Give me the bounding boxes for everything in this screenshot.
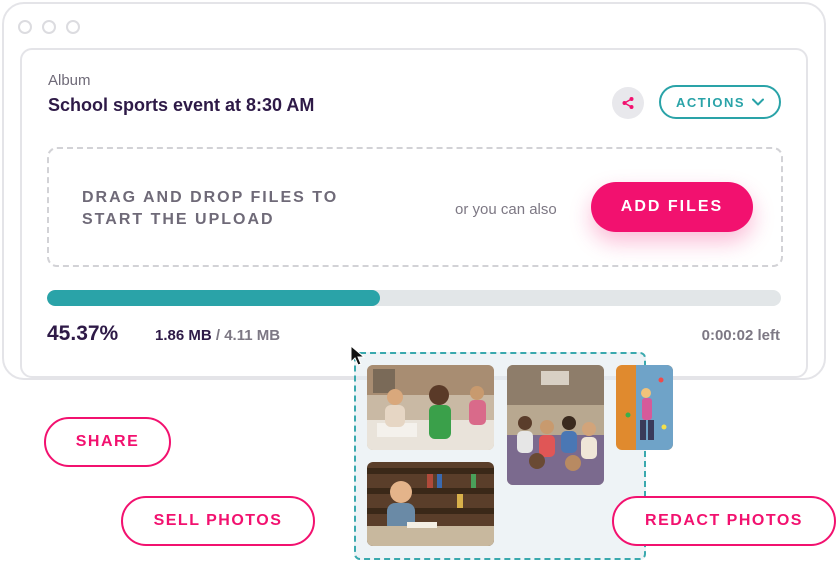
share-icon-button[interactable] <box>612 87 644 119</box>
upload-progress-bar <box>47 290 781 306</box>
album-label: Album <box>48 72 91 89</box>
sell-photos-button[interactable]: SELL PHOTOS <box>121 496 315 546</box>
add-files-button[interactable]: ADD FILES <box>591 182 753 232</box>
chevron-down-icon <box>752 98 764 106</box>
mouse-cursor-icon <box>350 345 366 366</box>
upload-card: Album School sports event at 8:30 AM ACT… <box>20 48 808 378</box>
size-separator: / <box>211 327 225 344</box>
actions-dropdown-button[interactable]: ACTIONS <box>659 85 781 119</box>
window-control-dot <box>18 20 32 34</box>
uploaded-size: 1.86 MB <box>155 327 212 344</box>
window-control-dot <box>66 20 80 34</box>
file-dropzone[interactable]: DRAG AND DROP FILES TO START THE UPLOAD … <box>47 147 783 267</box>
photo-thumbnail[interactable] <box>616 365 673 450</box>
share-button[interactable]: SHARE <box>44 417 171 467</box>
dropzone-instructions: DRAG AND DROP FILES TO START THE UPLOAD <box>82 189 339 228</box>
share-icon <box>622 97 634 109</box>
upload-progress-fill <box>47 290 381 306</box>
redact-photos-button[interactable]: REDACT PHOTOS <box>612 496 836 546</box>
window-control-dot <box>42 20 56 34</box>
upload-sizes: 1.86 MB / 4.11 MB <box>155 327 280 344</box>
total-size: 4.11 MB <box>224 327 281 344</box>
time-remaining: 0:00:02 left <box>701 327 780 344</box>
photo-thumbnail[interactable] <box>367 462 494 546</box>
album-title: School sports event at 8:30 AM <box>48 95 315 115</box>
actions-label: ACTIONS <box>676 94 745 110</box>
upload-percent: 45.37% <box>47 322 119 345</box>
photo-thumbnail[interactable] <box>507 365 604 485</box>
dropzone-or-text: or you can also <box>455 201 557 218</box>
photo-thumbnail[interactable] <box>367 365 494 450</box>
